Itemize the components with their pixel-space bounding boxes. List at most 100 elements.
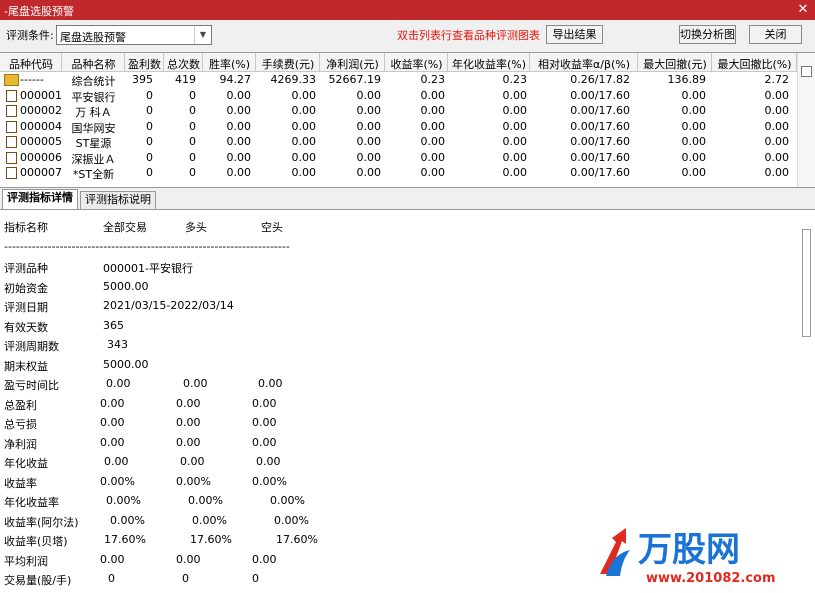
switch-chart-button[interactable]: 切换分析图 [679,25,736,44]
scroll-box-icon[interactable] [801,66,812,77]
table-row[interactable]: 000001 平安银行 0 0 0.00 0.00 0.00 0.00 0.00 0.00/17.… [0,88,797,104]
table-cell: 0.00/17.60 [570,150,630,164]
table-cell: 0.00 [291,88,317,102]
metric-value: 0.00 [100,552,125,566]
metric-name: 平均利润 [4,554,48,568]
table-row[interactable]: 000005 ST星源 0 0 0.00 0.00 0.00 0.00 0.00 0.00/17.… [0,134,797,150]
table-row[interactable]: 000004 国华网安 0 0 0.00 0.00 0.00 0.00 0.00 0.00/17.… [0,119,797,135]
metric-value: 2021/03/15-2022/03/14 [103,299,234,312]
table-cell: 000001 [20,88,62,102]
table-cell: 0.00 [420,104,446,117]
detail-divider: ----------------------------------------… [4,240,290,253]
metric-value: 17.60% [104,533,146,546]
table-cell: 0.00 [764,104,790,117]
metric-value: 343 [107,338,128,351]
table-cell: 000005 [20,135,62,148]
metric-name: 盈亏时间比 [4,379,59,392]
column-header[interactable]: 最大回撤(元) [638,56,712,72]
column-header[interactable]: 手续费(元) [256,56,320,72]
window-close-icon[interactable]: ✕ [794,1,812,18]
chevron-down-icon[interactable]: ▼ [194,26,211,44]
metric-name: 收益率(贝塔) [4,535,68,548]
metric-value: 0 [108,572,115,585]
column-header[interactable]: 品种名称 [62,56,125,72]
column-header[interactable]: 品种代码 [0,56,62,72]
metric-name: 收益率 [4,476,37,490]
scroll-thumb[interactable] [802,229,811,337]
metric-value: 0.00% [252,474,287,488]
metric-value: 0 [252,572,259,585]
table-row[interactable]: ------ 综合统计 395 419 94.27 4269.33 52667.19 0.23… [0,72,797,88]
table-cell: 0.00/17.60 [570,135,630,148]
tab-detail[interactable]: 评测指标详情 [2,189,78,209]
table-cell: 0.00 [226,135,252,148]
table-cell: 0.00 [226,104,252,117]
table-cell: 0.23 [420,73,446,86]
detail-header-label: 空头 [261,221,283,234]
table-cell: 000002 [20,104,62,117]
document-icon [6,89,17,102]
table-scrollbar[interactable] [797,53,815,187]
logo-name: 万股网 [638,530,740,570]
metric-value: 0.00 [176,416,201,429]
metric-value: 0.00 [100,396,125,410]
table-cell: 94.27 [219,73,252,86]
table-cell: 0.00 [226,119,252,133]
table-cell: 52667.19 [328,73,382,86]
metric-name: 净利润 [4,437,37,451]
table-cell: 0.00 [764,135,790,148]
metric-value: 17.60% [276,533,318,546]
result-table: 品种代码 品种名称 盈利数 总次数 胜率(%) 手续费(元) 净利润(元) 收益率(%) 年化收… [0,52,815,188]
table-row[interactable]: 000006 深振业Ａ 0 0 0.00 0.00 0.00 0.00 0.00 0.00/17.… [0,150,797,166]
table-cell: 2.72 [764,73,790,86]
table-cell: 0.00 [502,150,528,164]
metric-name: 年化收益 [4,457,48,470]
table-cell: 0.00/17.60 [570,166,630,179]
table-cell: 0.00 [420,88,446,102]
table-cell: 0.00 [226,166,252,179]
title-bar: -尾盘选股预警 ✕ [0,0,815,20]
column-header[interactable]: 最大回撤比(%) [712,56,797,72]
table-row[interactable]: 000002 万 科Ａ 0 0 0.00 0.00 0.00 0.00 0.00 0.00/17.… [0,103,797,119]
column-header[interactable]: 收益率(%) [385,56,448,72]
metric-value: 17.60% [190,533,232,546]
table-cell: 0.00 [764,150,790,164]
table-cell: 0.00 [502,88,528,102]
table-cell: 0.00/17.60 [570,104,630,117]
table-cell: 0.00 [420,135,446,148]
table-cell: 0.00 [764,88,790,102]
column-header[interactable]: 净利润(元) [320,56,385,72]
column-header[interactable]: 总次数 [164,56,203,72]
metric-value: 0.00 [176,552,201,566]
condition-value: 尾盘选股预警 [60,31,126,44]
tab-explain[interactable]: 评测指标说明 [80,191,156,209]
metric-name: 总亏损 [4,418,37,431]
export-button[interactable]: 导出结果 [546,25,603,44]
wangu-logo: 万股网 www.201082.com [600,528,776,586]
column-header[interactable]: 年化收益率(%) [448,56,530,72]
metric-value: 0.00% [106,494,141,507]
metric-name: 有效天数 [4,320,48,334]
column-header[interactable]: 胜率(%) [203,56,256,72]
condition-select[interactable]: 尾盘选股预警 ▼ [56,25,212,45]
table-cell: 0.00 [291,166,317,179]
table-row[interactable]: 000007 *ST全新 0 0 0.00 0.00 0.00 0.00 0.00 0.00/17… [0,165,797,181]
column-header[interactable]: 相对收益率α/β(%) [530,56,638,72]
close-button[interactable]: 关闭 [749,25,802,44]
metric-value: 0 [182,572,189,585]
column-header[interactable]: 盈利数 [125,56,164,72]
table-cell: 0.00 [681,119,707,133]
metric-value: 0.00 [100,416,125,429]
metric-value: 0.00 [183,377,208,390]
table-cell: 0.00 [356,135,382,148]
metric-name: 初始资金 [4,281,48,295]
metric-value: 0.00% [192,513,227,527]
metric-name: 总盈利 [4,398,37,412]
metric-name: 年化收益率 [4,496,59,509]
detail-header-label: 多头 [185,221,207,234]
metric-value: 0.00% [270,494,305,507]
document-icon [6,105,17,117]
table-cell: 0.00 [356,104,382,117]
window-title: -尾盘选股预警 [4,5,74,18]
table-cell: 0.00 [291,104,317,117]
